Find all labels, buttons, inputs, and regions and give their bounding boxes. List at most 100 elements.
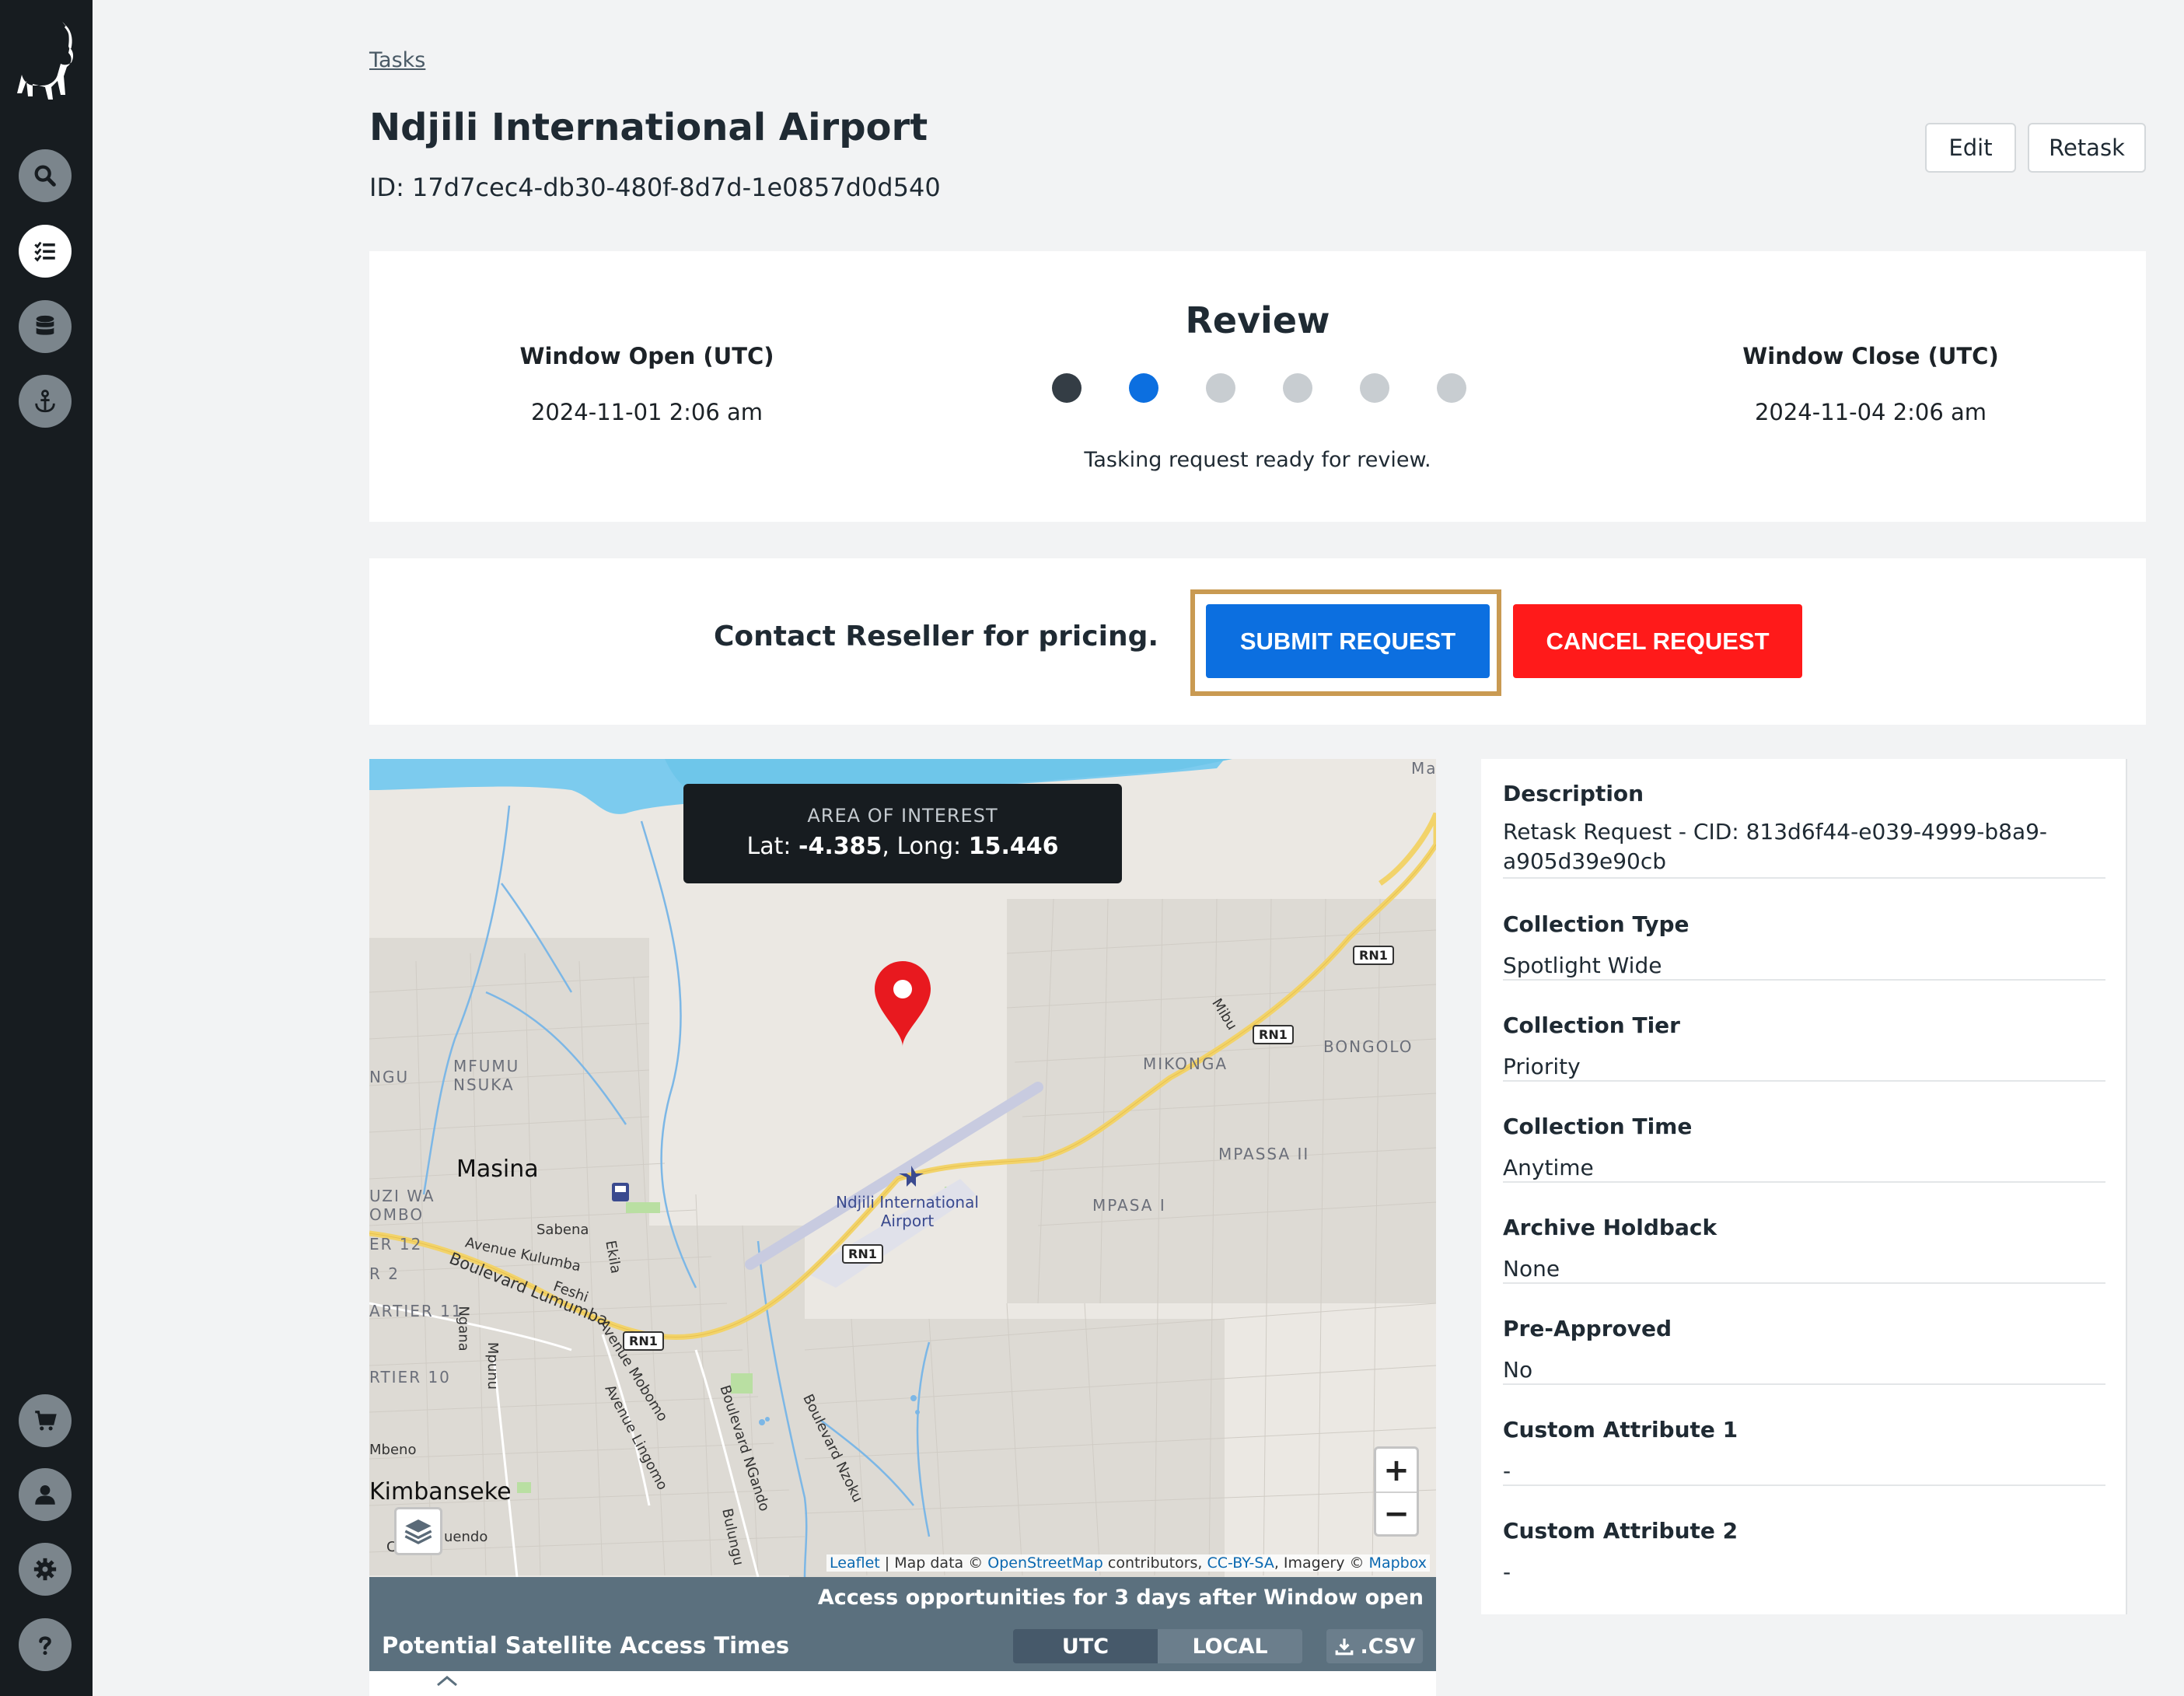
map-label-bongolo: BONGOLO xyxy=(1323,1037,1413,1056)
search-icon xyxy=(34,165,56,187)
map-label-nsuka: NSUKA xyxy=(453,1075,515,1094)
cancel-request-button[interactable]: CANCEL REQUEST xyxy=(1513,604,1802,678)
road-shield-rn1: RN1 xyxy=(842,1244,883,1264)
step-5-indicator xyxy=(1360,373,1389,403)
map-label-masina: Masina xyxy=(456,1156,539,1183)
map-label-mpassa2: MPASSA II xyxy=(1218,1145,1310,1163)
map-label-airport-name: Ndjili International Airport xyxy=(836,1193,979,1230)
map-label-uendo: uendo xyxy=(444,1529,488,1545)
road-shield-rn1: RN1 xyxy=(1353,946,1394,965)
map-label-rtier10: RTIER 10 xyxy=(369,1368,451,1387)
pricing-text: Contact Reseller for pricing. xyxy=(714,621,1159,652)
edit-button[interactable]: Edit xyxy=(1925,123,2016,173)
access-times-content xyxy=(369,1671,1436,1696)
nav-database-button[interactable] xyxy=(19,300,72,353)
access-opportunities-note: Access opportunities for 3 days after Wi… xyxy=(369,1577,1436,1618)
step-1-indicator xyxy=(1052,373,1082,403)
task-list-icon xyxy=(34,241,55,262)
map-label-ma: Ma xyxy=(1411,759,1436,778)
nav-help-button[interactable] xyxy=(19,1618,72,1671)
progress-steps xyxy=(1052,373,1466,403)
detail-row-collection-tier: Collection Tier Priority xyxy=(1503,1012,2105,1082)
map-label-r2: R 2 xyxy=(369,1264,400,1283)
window-close-label: Window Close (UTC) xyxy=(1742,343,1999,369)
aoi-title: AREA OF INTEREST xyxy=(807,805,998,827)
map-label-ombo: OMBO xyxy=(369,1205,425,1224)
retask-button[interactable]: Retask xyxy=(2028,123,2146,173)
map-label-artier11: ARTIER 11 xyxy=(369,1302,463,1320)
step-4-indicator xyxy=(1283,373,1312,403)
aoi-coordinates: Lat: -4.385, Long: 15.446 xyxy=(746,833,1059,860)
nav-settings-button[interactable] xyxy=(19,1543,72,1596)
breadcrumb-tasks-link[interactable]: Tasks xyxy=(369,48,425,72)
detail-row-description: Description Retask Request - CID: 813d6f… xyxy=(1503,781,2105,879)
map-label-er12: ER 12 xyxy=(369,1235,423,1254)
review-status-text: Tasking request ready for review. xyxy=(1084,448,1431,472)
map-label-mpasa1: MPASA I xyxy=(1092,1196,1166,1215)
access-times-bar: Potential Satellite Access Times UTC LOC… xyxy=(369,1618,1436,1671)
lat-label: Lat: xyxy=(746,833,791,860)
detail-row-collection-type: Collection Type Spotlight Wide xyxy=(1503,911,2105,981)
osm-link[interactable]: OpenStreetMap xyxy=(987,1554,1103,1572)
window-close-value: 2024-11-04 2:06 am xyxy=(1754,399,1987,425)
map-label-sabena: Sabena xyxy=(536,1222,589,1238)
task-id: ID: 17d7cec4-db30-480f-8d7d-1e0857d0d540 xyxy=(369,173,941,202)
cc-by-sa-link[interactable]: CC-BY-SA xyxy=(1207,1554,1274,1572)
layers-button[interactable] xyxy=(394,1507,442,1555)
local-toggle-button[interactable]: LOCAL xyxy=(1158,1629,1302,1663)
task-details-panel: Description Retask Request - CID: 813d6f… xyxy=(1481,759,2127,1614)
map-label-mfumu: MFUMU xyxy=(453,1057,520,1075)
csv-download-button[interactable]: .CSV xyxy=(1326,1629,1423,1663)
detail-row-archive-holdback: Archive Holdback None xyxy=(1503,1215,2105,1284)
leaflet-link[interactable]: Leaflet xyxy=(830,1554,880,1572)
anchor-icon xyxy=(35,390,55,413)
lat-value: -4.385 xyxy=(798,833,882,860)
map-attribution: Leaflet | Map data © OpenStreetMap contr… xyxy=(826,1554,1430,1572)
submit-request-button[interactable]: SUBMIT REQUEST xyxy=(1206,604,1490,678)
chevron-up-icon xyxy=(437,1676,457,1687)
area-of-interest-tooltip: AREA OF INTEREST Lat: -4.385, Long: 15.4… xyxy=(683,784,1122,883)
zoom-in-button[interactable]: + xyxy=(1376,1449,1417,1491)
mapbox-link[interactable]: Mapbox xyxy=(1369,1554,1427,1572)
step-2-indicator xyxy=(1129,373,1158,403)
map-label-ngana: Ngana xyxy=(455,1306,472,1352)
download-icon xyxy=(1335,1638,1353,1656)
window-open-value: 2024-11-01 2:06 am xyxy=(530,399,764,425)
review-card: Window Open (UTC) 2024-11-01 2:06 am Rev… xyxy=(369,251,2146,522)
detail-row-custom-attribute-2: Custom Attribute 2 - xyxy=(1503,1518,1738,1585)
detail-row-collection-time: Collection Time Anytime xyxy=(1503,1114,2105,1183)
nav-tasks-button[interactable] xyxy=(19,225,72,278)
nav-cart-button[interactable] xyxy=(19,1394,72,1447)
nav-anchor-button[interactable] xyxy=(19,375,72,428)
layers-icon xyxy=(404,1519,432,1544)
cart-icon xyxy=(35,1411,57,1431)
map-label-kimbanseke: Kimbanseke xyxy=(369,1478,512,1505)
gear-icon xyxy=(33,1558,57,1581)
sidebar xyxy=(0,0,93,1696)
database-icon xyxy=(36,315,54,335)
map-label-mikonga: MIKONGA xyxy=(1143,1054,1228,1073)
map-label-uzi-wa: UZI WA xyxy=(369,1187,435,1205)
nav-search-button[interactable] xyxy=(19,149,72,202)
step-6-indicator xyxy=(1437,373,1466,403)
step-3-indicator xyxy=(1206,373,1235,403)
map-label-ngu: NGU xyxy=(369,1068,410,1086)
map-view[interactable]: AREA OF INTEREST Lat: -4.385, Long: 15.4… xyxy=(369,759,1436,1577)
zoom-control: + − xyxy=(1374,1446,1419,1537)
review-step-title: Review xyxy=(1185,299,1330,341)
zoom-out-button[interactable]: − xyxy=(1376,1491,1417,1534)
detail-row-pre-approved: Pre-Approved No xyxy=(1503,1316,2105,1385)
long-value: 15.446 xyxy=(968,833,1059,860)
antelope-logo-icon[interactable] xyxy=(14,19,78,104)
access-times-title: Potential Satellite Access Times xyxy=(382,1632,790,1659)
map-label-mpunu: Mpunu xyxy=(484,1341,501,1390)
page-title: Ndjili International Airport xyxy=(369,106,928,149)
road-shield-rn1: RN1 xyxy=(1253,1025,1294,1044)
user-icon xyxy=(35,1484,55,1505)
detail-row-custom-attribute-1: Custom Attribute 1 - xyxy=(1503,1417,2105,1486)
nav-user-button[interactable] xyxy=(19,1468,72,1521)
help-icon xyxy=(39,1636,51,1656)
map-label-mbeno: Mbeno xyxy=(369,1442,417,1458)
utc-toggle-button[interactable]: UTC xyxy=(1013,1629,1158,1663)
window-open-label: Window Open (UTC) xyxy=(519,343,774,369)
